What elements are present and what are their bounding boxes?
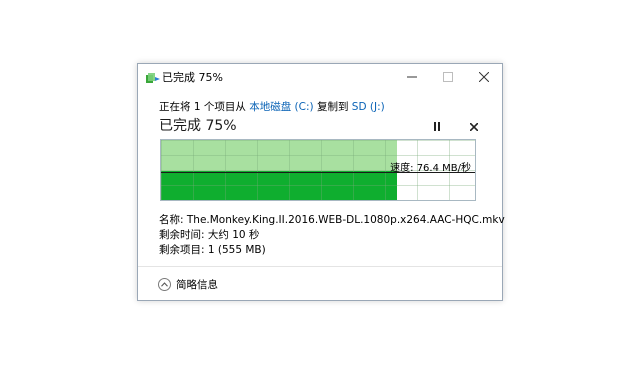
copy-prefix: 正在将 1 个项目从: [159, 101, 250, 113]
progress-heading: 已完成 75%: [159, 118, 237, 134]
stop-button[interactable]: [465, 116, 483, 134]
less-details-label: 简略信息: [176, 279, 218, 291]
copy-description: 正在将 1 个项目从 本地磁盘 (C:) 复制到 SD (J:): [159, 99, 385, 114]
chevron-up-icon: [158, 278, 171, 291]
destination-link[interactable]: SD (J:): [352, 101, 385, 113]
speed-label: 速度: 76.4 MB/秒: [390, 163, 471, 174]
transfer-speed-graph: 速度: 76.4 MB/秒: [160, 139, 476, 201]
dialog-footer: 简略信息: [138, 266, 502, 300]
close-icon: [478, 67, 490, 86]
copy-app-icon: [146, 70, 160, 83]
source-link[interactable]: 本地磁盘 (C:): [249, 101, 313, 113]
window-title: 已完成 75%: [162, 71, 223, 84]
pause-button[interactable]: [428, 116, 446, 134]
time-remaining: 剩余时间: 大约 10 秒: [159, 229, 260, 241]
maximize-button: [430, 64, 466, 88]
maximize-icon: [443, 67, 453, 86]
close-button[interactable]: [466, 64, 502, 88]
pause-icon: [433, 116, 441, 135]
file-copy-dialog: 已完成 75% 正在将 1 个项目从 本地磁盘 (C:) 复制到 SD (J:)…: [137, 63, 505, 301]
copy-middle: 复制到: [313, 101, 352, 113]
file-name: 名称: The.Monkey.King.II.2016.WEB-DL.1080p…: [159, 214, 505, 226]
less-details-button[interactable]: 简略信息: [158, 277, 218, 292]
minimize-button[interactable]: [394, 64, 430, 88]
items-remaining: 剩余项目: 1 (555 MB): [159, 244, 266, 256]
minimize-icon: [407, 67, 417, 86]
title-bar[interactable]: 已完成 75%: [138, 64, 502, 88]
stop-icon: [469, 116, 479, 135]
